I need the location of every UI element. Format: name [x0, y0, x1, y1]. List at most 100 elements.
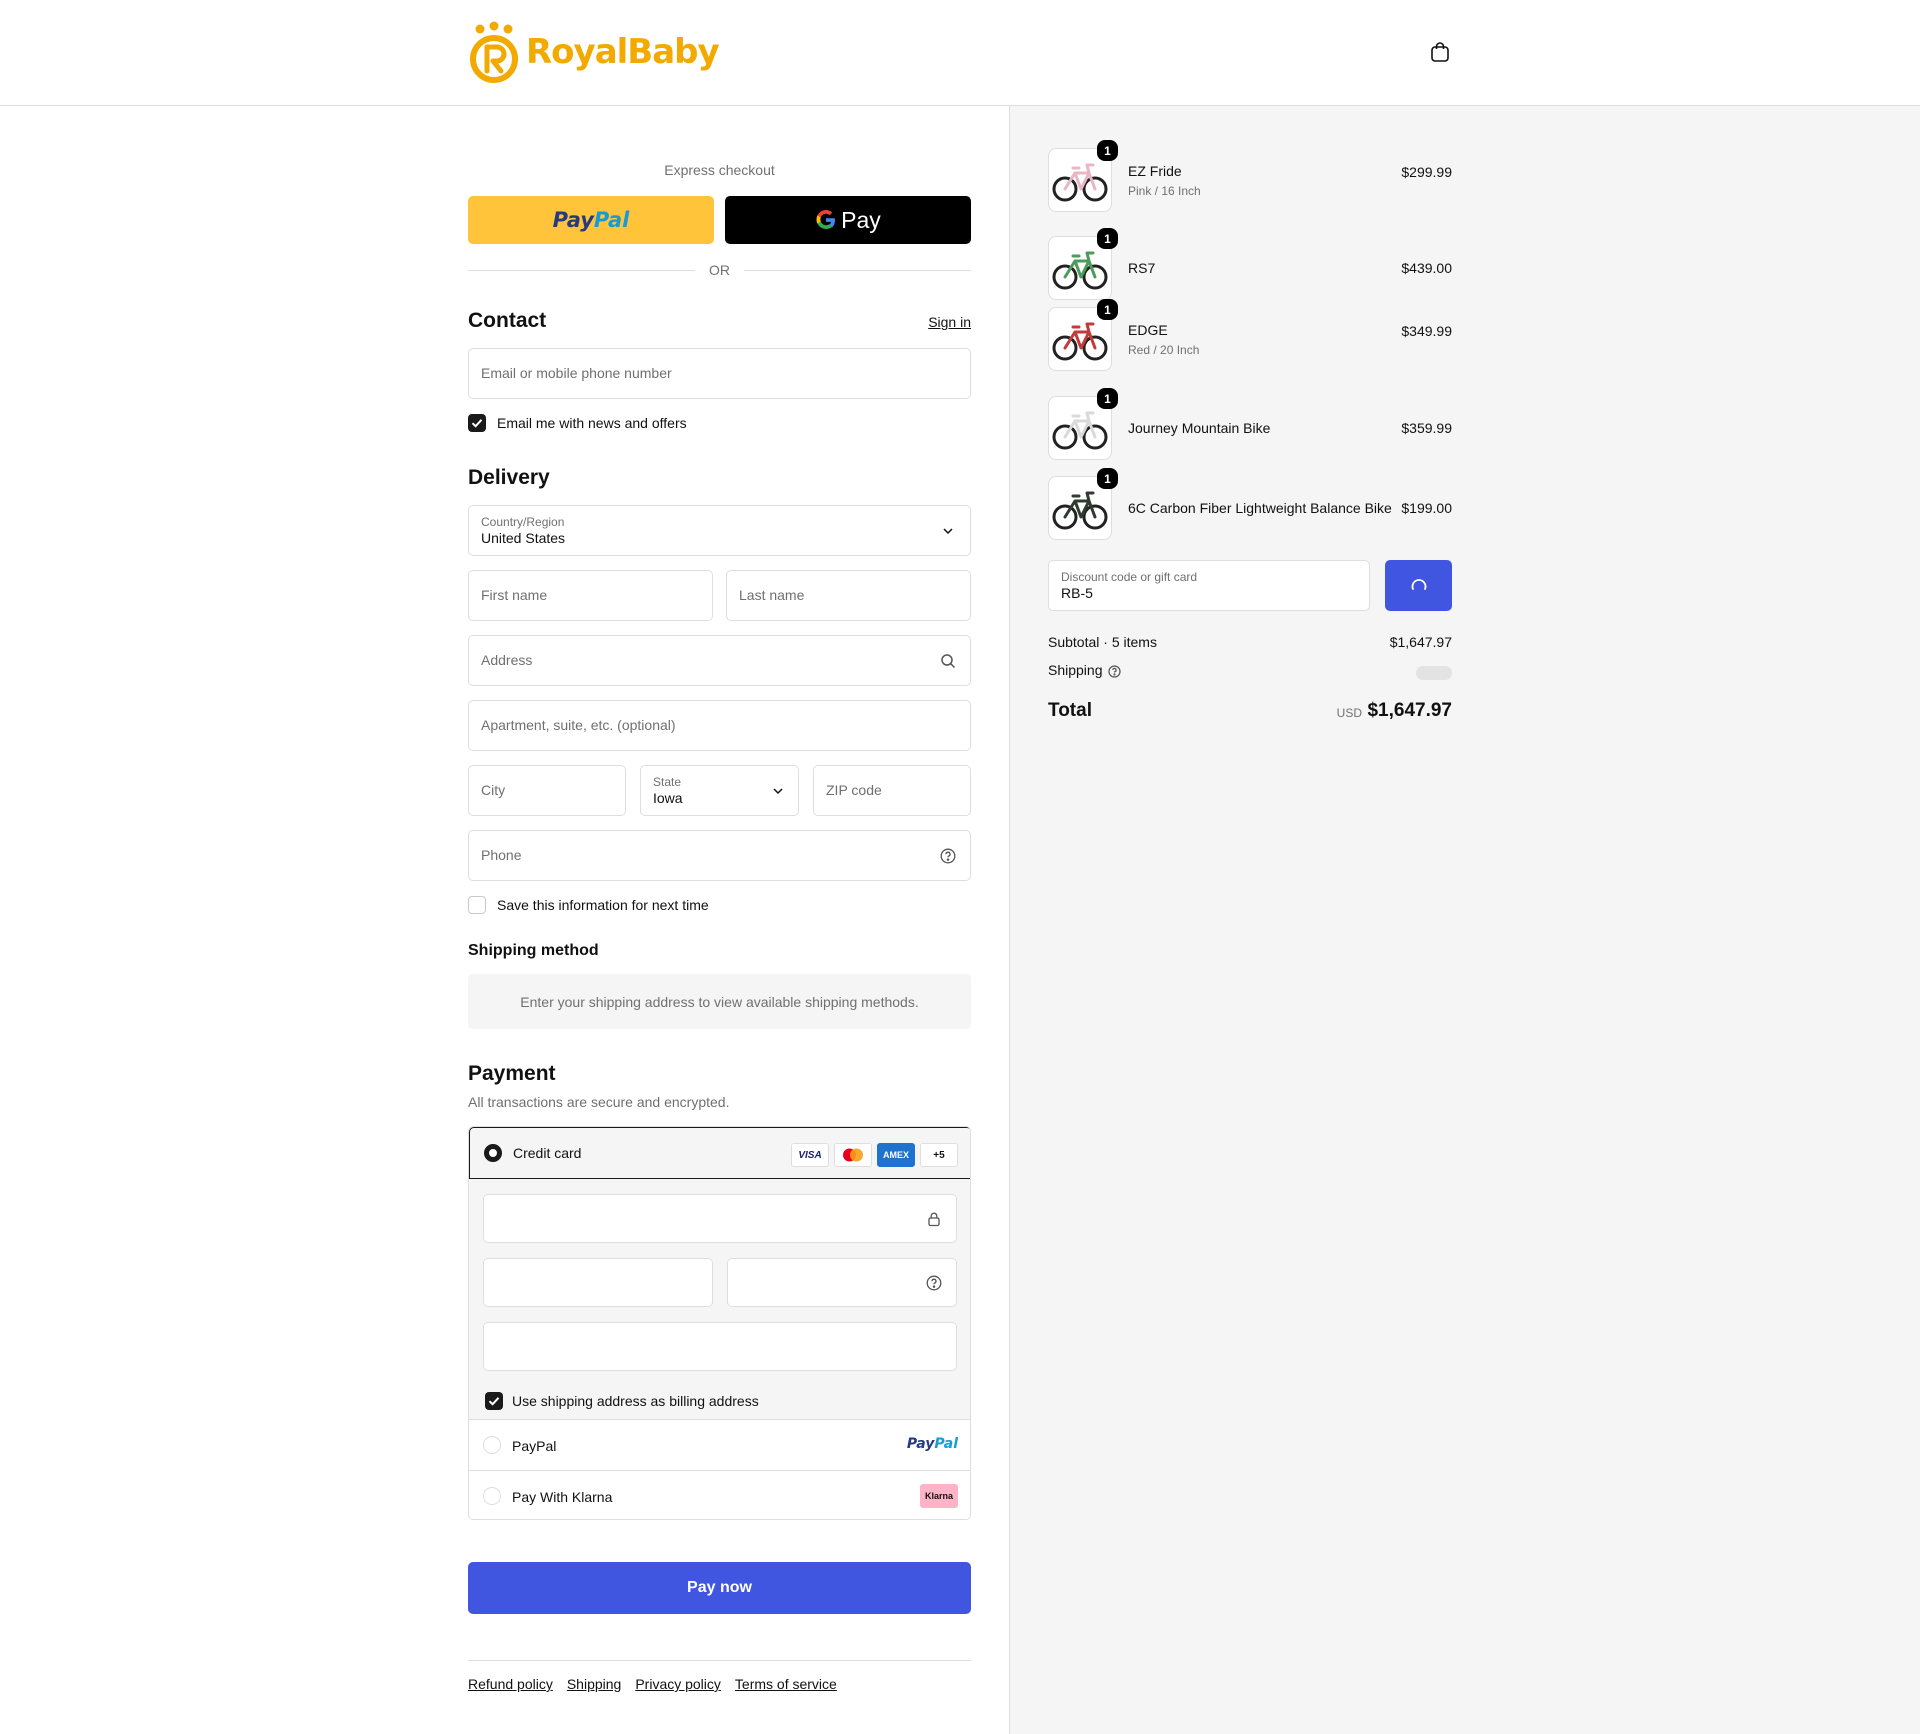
royalbaby-logo-icon — [470, 21, 518, 83]
security-code-field[interactable] — [727, 1258, 957, 1307]
total-value: $1,647.97 — [1367, 700, 1452, 721]
billing-address-label: Use shipping address as billing address — [512, 1393, 759, 1409]
pay-now-button[interactable]: Pay now — [468, 1562, 971, 1614]
loading-spinner-icon — [1411, 578, 1426, 590]
product-variant: Red / 20 Inch — [1128, 343, 1200, 357]
save-info-checkbox[interactable] — [468, 896, 486, 914]
or-divider: OR — [468, 260, 971, 280]
product-image: 1 — [1048, 468, 1118, 540]
total-row: Total USD $1,647.97 — [1048, 700, 1452, 722]
header: RoyalBaby — [0, 0, 1920, 106]
paypal-logo-part1: Pay — [906, 1436, 935, 1452]
klarna-radio[interactable] — [483, 1487, 501, 1505]
apply-discount-button[interactable] — [1385, 560, 1452, 611]
chevron-down-icon — [773, 788, 783, 795]
city-field[interactable]: City — [468, 765, 626, 816]
state-label: State — [653, 775, 682, 789]
google-pay-button[interactable]: Pay — [725, 196, 971, 244]
state-value: Iowa — [653, 790, 683, 806]
phone-field[interactable]: Phone — [468, 830, 971, 881]
credit-card-option[interactable]: Credit card VISA AMEX +5 — [469, 1127, 970, 1179]
news-checkbox-label: Email me with news and offers — [497, 415, 687, 431]
paypal-logo-icon: PayPal — [907, 1436, 958, 1452]
billing-address-checkbox[interactable] — [485, 1392, 503, 1410]
currency-code: USD — [1336, 706, 1362, 720]
subtotal-row: Subtotal · 5 items $1,647.97 — [1048, 634, 1452, 650]
klarna-option[interactable]: Pay With Klarna Klarna — [469, 1470, 970, 1519]
quantity-badge: 1 — [1097, 299, 1118, 320]
terms-of-service-link[interactable]: Terms of service — [735, 1676, 837, 1692]
help-icon[interactable] — [926, 1275, 942, 1291]
last-name-field[interactable]: Last name — [726, 570, 971, 621]
shopping-bag-icon[interactable] — [1428, 40, 1452, 64]
shipping-policy-link[interactable]: Shipping — [567, 1676, 622, 1692]
paypal-logo-part2: Pal — [934, 1436, 958, 1452]
credit-card-radio[interactable] — [484, 1144, 502, 1162]
paypal-logo-part1: Pay — [552, 208, 594, 232]
city-placeholder: City — [481, 782, 506, 798]
shipping-loading-placeholder — [1416, 666, 1452, 680]
brand-name: RoyalBaby — [526, 32, 720, 72]
product-image: 1 — [1048, 299, 1118, 371]
product-name: EDGE — [1128, 322, 1168, 338]
brand-logo[interactable]: RoyalBaby — [468, 20, 720, 84]
paypal-express-button[interactable]: Pay Pal — [468, 196, 714, 244]
product-name: 6C Carbon Fiber Lightweight Balance Bike — [1128, 500, 1392, 516]
zip-field[interactable]: ZIP code — [813, 765, 971, 816]
checkmark-icon — [471, 419, 483, 428]
or-label: OR — [709, 262, 730, 278]
save-info-label: Save this information for next time — [497, 897, 709, 913]
name-on-card-field[interactable] — [483, 1322, 957, 1371]
email-field[interactable]: Email or mobile phone number — [468, 348, 971, 399]
first-name-field[interactable]: First name — [468, 570, 713, 621]
state-select[interactable]: State Iowa — [640, 765, 799, 816]
shipping-method-notice: Enter your shipping address to view avai… — [468, 974, 971, 1029]
shipping-method-title: Shipping method — [468, 942, 599, 959]
country-label: Country/Region — [481, 515, 565, 529]
order-item: 1 Journey Mountain Bike $359.99 — [1048, 388, 1452, 462]
country-value: United States — [481, 530, 566, 546]
delivery-title: Delivery — [468, 466, 550, 489]
product-price: $359.99 — [1401, 420, 1452, 436]
paypal-option[interactable]: PayPal PayPal — [469, 1419, 970, 1470]
refund-policy-link[interactable]: Refund policy — [468, 1676, 553, 1692]
product-price: $349.99 — [1401, 323, 1452, 339]
credit-card-label: Credit card — [513, 1145, 582, 1161]
first-name-placeholder: First name — [481, 587, 548, 603]
payment-subtitle: All transactions are secure and encrypte… — [468, 1094, 730, 1110]
paypal-radio[interactable] — [483, 1436, 501, 1454]
product-name: Journey Mountain Bike — [1128, 420, 1271, 436]
card-number-field[interactable] — [483, 1194, 957, 1243]
product-price: $199.00 — [1401, 500, 1452, 516]
product-image: 1 — [1048, 140, 1118, 212]
last-name-placeholder: Last name — [739, 587, 805, 603]
product-name: RS7 — [1128, 260, 1156, 276]
product-image: 1 — [1048, 388, 1118, 460]
google-g-icon — [816, 210, 836, 229]
order-item: 1 EDGE Red / 20 Inch $349.99 — [1048, 299, 1452, 373]
product-image: 1 — [1048, 228, 1118, 300]
discount-code-field[interactable]: Discount code or gift card RB-5 — [1048, 560, 1370, 611]
divider-line — [468, 269, 695, 271]
expiration-date-field[interactable] — [483, 1258, 713, 1307]
sign-in-link[interactable]: Sign in — [928, 314, 971, 330]
credit-card-form: Use shipping address as billing address — [469, 1179, 970, 1419]
payment-methods: Credit card VISA AMEX +5 Use shipping ad… — [468, 1126, 971, 1520]
subtotal-label: Subtotal · 5 items — [1048, 634, 1157, 650]
news-checkbox[interactable] — [468, 414, 486, 432]
phone-placeholder: Phone — [481, 847, 522, 863]
subtotal-value: $1,647.97 — [1389, 634, 1452, 650]
product-name: EZ Fride — [1128, 163, 1182, 179]
country-select[interactable]: Country/Region United States — [468, 505, 971, 556]
privacy-policy-link[interactable]: Privacy policy — [635, 1676, 721, 1692]
help-icon[interactable] — [1108, 665, 1121, 678]
order-item: 1 RS7 $439.00 — [1048, 228, 1452, 302]
product-price: $439.00 — [1401, 260, 1452, 276]
address-field[interactable]: Address — [468, 635, 971, 686]
express-checkout-label: Express checkout — [664, 162, 775, 178]
paypal-option-label: PayPal — [512, 1438, 557, 1454]
amex-icon: AMEX — [877, 1143, 915, 1167]
apartment-field[interactable]: Apartment, suite, etc. (optional) — [468, 700, 971, 751]
quantity-badge: 1 — [1097, 468, 1118, 489]
help-icon[interactable] — [940, 848, 956, 864]
